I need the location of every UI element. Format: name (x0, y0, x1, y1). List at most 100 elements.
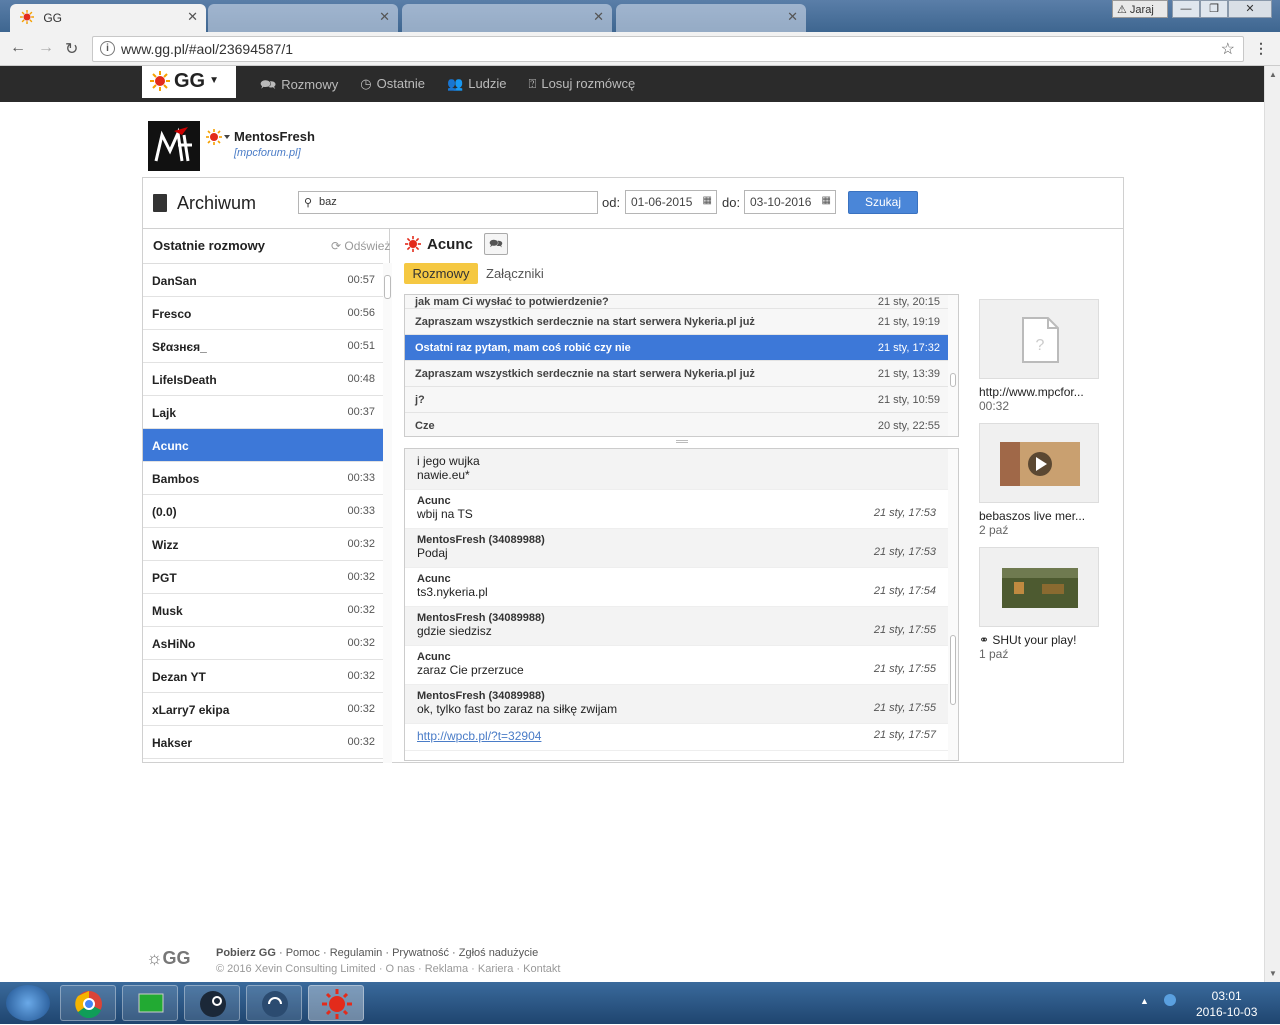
message-list-scrollbar[interactable] (948, 449, 958, 760)
list-item[interactable]: Wizz 00:32 (143, 528, 383, 561)
gg-navbar: GG ▼ 🗪 Rozmowy ◷ Ostatnie 👥 Ludzie ⍰ Losuj ro… (0, 66, 1264, 102)
list-item[interactable]: Lajk 00:37 (143, 396, 383, 429)
nav-link-rozmowy[interactable]: 🗪 Rozmowy (260, 76, 338, 98)
list-item[interactable]: Bambos 00:33 (143, 462, 383, 495)
footer-link[interactable]: Regulamin (330, 947, 383, 959)
footer-link[interactable]: Reklama (425, 963, 468, 975)
close-tab-icon[interactable]: ✕ (787, 9, 798, 25)
browser-tab[interactable]: ✕ (616, 4, 806, 32)
list-item[interactable]: xLarry7 ekipa 00:32 (143, 693, 383, 726)
url-input[interactable]: i www.gg.pl/#aol/23694587/1 ☆ (92, 36, 1244, 62)
message-text: ts3.nykeria.pl (417, 585, 488, 599)
list-item[interactable]: (0.0) 00:33 (143, 495, 383, 528)
browser-tab[interactable]: ✕ (402, 4, 612, 32)
thread-date: 20 sty, 22:55 (877, 420, 940, 432)
info-icon[interactable]: i (100, 41, 115, 56)
tray-clock[interactable]: 03:01 2016-10-03 (1196, 988, 1257, 1020)
attachment-item[interactable]: ⚭ SHUt your play! 1 paź (979, 547, 1099, 661)
taskbar-teamspeak[interactable] (246, 985, 302, 1021)
search-button[interactable]: Szukaj (848, 191, 918, 214)
browser-tab[interactable]: ✕ (208, 4, 398, 32)
taskbar-chrome[interactable] (60, 985, 116, 1021)
footer-logo[interactable]: ☼GG (146, 948, 191, 969)
list-item[interactable]: Acunc (143, 429, 383, 462)
open-chat-button[interactable]: 🗪 (484, 233, 508, 255)
taskbar-steam[interactable] (184, 985, 240, 1021)
taskbar-gg[interactable] (308, 985, 364, 1021)
tray-expand-icon[interactable]: ▲ (1140, 996, 1149, 1006)
browser-tab-active[interactable]: GG ✕ (10, 4, 206, 32)
bookmark-star-icon[interactable]: ☆ (1221, 39, 1235, 59)
start-button[interactable] (6, 985, 50, 1021)
close-window-icon[interactable]: ✕ (1228, 0, 1272, 18)
status-sun-icon[interactable] (206, 128, 230, 146)
footer-link[interactable]: Pobierz GG (216, 947, 276, 959)
profile-description[interactable]: [mpcforum.pl] (234, 147, 301, 159)
list-item[interactable]: LifeIsDeath 00:48 (143, 363, 383, 396)
close-tab-icon[interactable]: ✕ (593, 9, 604, 25)
message-link[interactable]: http://wpcb.pl/?t=32904 (417, 729, 946, 743)
close-tab-icon[interactable]: ✕ (379, 9, 390, 25)
tray-network-icon[interactable] (1164, 994, 1176, 1006)
table-row[interactable]: jak mam Ci wysłać to potwierdzenie? 21 st… (405, 295, 958, 309)
browser-menu-icon[interactable]: ⋮ (1254, 40, 1268, 57)
avatar[interactable] (148, 121, 200, 171)
page-scrollbar[interactable]: ▲ ▼ (1264, 66, 1280, 982)
forward-icon[interactable]: → (38, 39, 54, 57)
close-tab-icon[interactable]: ✕ (187, 9, 198, 25)
thread-list-scrollbar[interactable] (948, 295, 958, 436)
table-row[interactable]: Cze 20 sty, 22:55 (405, 413, 958, 436)
message-time: 21 sty, 17:55 (873, 702, 936, 714)
refresh-button[interactable]: ⟳ Odśwież (331, 239, 390, 253)
gg-logo-menu[interactable]: GG ▼ (142, 66, 236, 98)
url-text: www.gg.pl/#aol/23694587/1 (121, 41, 294, 57)
table-row[interactable]: Zapraszam wszystkich serdecznie na start… (405, 361, 958, 387)
list-item[interactable]: Musk 00:32 (143, 594, 383, 627)
footer-link[interactable]: Prywatność (392, 947, 449, 959)
list-item[interactable]: Sℓαзнєя_ 00:51 (143, 330, 383, 363)
list-item[interactable]: Fresco 00:56 (143, 297, 383, 330)
list-item[interactable]: DanSan 00:57 (143, 264, 383, 297)
back-icon[interactable]: ← (10, 39, 26, 57)
list-item[interactable]: Hakser 00:32 (143, 726, 383, 759)
table-row[interactable]: j? 21 sty, 10:59 (405, 387, 958, 413)
nav-link-ostatnie[interactable]: ◷ Ostatnie (360, 76, 425, 98)
footer-link[interactable]: O nas (386, 963, 415, 975)
table-row[interactable]: Zapraszam wszystkich serdecznie na start… (405, 309, 958, 335)
restore-icon[interactable]: ❐ (1200, 0, 1228, 18)
list-item[interactable]: Dezan YT 00:32 (143, 660, 383, 693)
table-row[interactable]: Ostatni raz pytam, mam coś robić czy nie… (405, 335, 958, 361)
attachment-thumbnail[interactable]: ? (979, 299, 1099, 379)
footer-link[interactable]: Zgłoś nadużycie (459, 947, 539, 959)
scroll-down-icon[interactable]: ▼ (1269, 969, 1277, 978)
attachment-thumbnail[interactable] (979, 547, 1099, 627)
reload-icon[interactable]: ↻ (65, 39, 78, 59)
calendar-icon[interactable]: ▦ (822, 195, 831, 206)
footer-link[interactable]: Pomoc (286, 947, 320, 959)
search-input[interactable]: ⚲ baz (298, 191, 598, 214)
tab-zalaczniki[interactable]: Załączniki (486, 266, 544, 281)
nav-link-ludzie[interactable]: 👥 Ludzie (447, 76, 507, 98)
minimize-icon[interactable]: — (1172, 0, 1200, 18)
tab-rozmowy[interactable]: Rozmowy (404, 263, 478, 284)
nav-link-losuj[interactable]: ⍰ Losuj rozmówcę (529, 76, 636, 98)
attachment-caption: bebaszos live mer... (979, 509, 1086, 523)
to-date-input[interactable]: 03-10-2016 ▦ (744, 190, 836, 214)
attachment-item[interactable]: ? http://www.mpcfor... 00:32 (979, 299, 1099, 413)
list-item[interactable]: PGT 00:32 (143, 561, 383, 594)
scroll-up-icon[interactable]: ▲ (1269, 70, 1277, 79)
from-date-input[interactable]: 01-06-2015 ▦ (625, 190, 717, 214)
scroll-thumb[interactable] (384, 275, 391, 299)
scroll-thumb[interactable] (950, 373, 956, 387)
footer-link[interactable]: Kontakt (523, 963, 560, 975)
recent-list-scrollbar[interactable] (383, 263, 392, 763)
attachment-item[interactable]: bebaszos live mer... 2 paź (979, 423, 1099, 537)
calendar-icon[interactable]: ▦ (703, 195, 712, 206)
taskbar-app[interactable] (122, 985, 178, 1021)
attachment-thumbnail[interactable] (979, 423, 1099, 503)
scroll-thumb[interactable] (950, 635, 956, 705)
user-badge[interactable]: ⚠ Jaraj (1112, 0, 1168, 18)
list-item[interactable]: AsHiNo 00:32 (143, 627, 383, 660)
resize-handle[interactable] (676, 440, 688, 443)
footer-link[interactable]: Kariera (478, 963, 513, 975)
